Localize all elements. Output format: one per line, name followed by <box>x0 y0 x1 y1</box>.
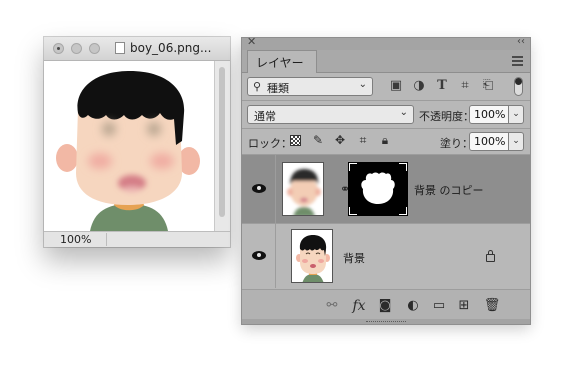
lock-image-pixels-icon[interactable]: ✎ <box>310 132 326 148</box>
filter-kind-label: 種類 <box>267 82 289 95</box>
layer-row-background[interactable]: 背景 <box>242 224 530 288</box>
vertical-scrollbar[interactable] <box>214 61 230 231</box>
lock-artboard-icon[interactable]: ⌗ <box>355 132 371 148</box>
filter-kind-select[interactable]: ⚲ 種類 ⌄ <box>247 77 373 96</box>
add-mask-icon[interactable]: ◙ <box>376 297 394 315</box>
layer-thumbnail[interactable] <box>282 162 324 216</box>
shape-filter-icon[interactable]: ⌗ <box>457 78 473 94</box>
panel-bottom-toolbar: ⚯ fx ◙ ◐ ▭ ⊞ 🗑︎ <box>242 289 530 324</box>
window-zoom-button[interactable] <box>89 43 100 54</box>
tab-layers[interactable]: レイヤー <box>247 50 317 73</box>
search-icon: ⚲ <box>253 80 262 93</box>
layer-name[interactable]: 背景 <box>343 250 365 266</box>
layers-panel: ✕ ‹‹ レイヤー ⚲ 種類 ⌄ ▣ ◑ T ⌗ ⎗ 通常 ⌄ 不透明度： 10… <box>242 35 530 324</box>
window-close-button[interactable] <box>53 43 64 54</box>
document-canvas[interactable] <box>44 61 214 231</box>
document-titlebar[interactable]: boy_06.png... <box>44 37 230 61</box>
panel-close-icon[interactable]: ✕ <box>247 35 256 49</box>
fill-dropdown-button[interactable]: ⌄ <box>509 132 524 151</box>
layer-style-fx-icon[interactable]: fx <box>350 297 368 315</box>
panel-collapse-icon[interactable]: ‹‹ <box>517 35 525 49</box>
layer-mask-thumbnail[interactable] <box>348 162 408 216</box>
panel-resize-grip[interactable] <box>242 319 530 324</box>
document-window: boy_06.png... 100% <box>44 37 230 247</box>
lock-label: ロック： <box>248 137 292 150</box>
boy-thumbnail <box>292 230 332 282</box>
image-filter-icon[interactable]: ▣ <box>388 78 404 94</box>
opacity-field[interactable]: 100% <box>469 105 509 124</box>
document-icon <box>115 42 125 54</box>
filter-row: ⚲ 種類 ⌄ ▣ ◑ T ⌗ ⎗ <box>242 74 530 100</box>
adjustment-layer-icon[interactable]: ◐ <box>404 297 422 315</box>
visibility-cell[interactable] <box>242 224 276 288</box>
boy-thumbnail-blurred <box>283 163 323 215</box>
layer-name[interactable]: 背景 のコピー <box>414 182 484 198</box>
panel-tab-bar: レイヤー <box>242 50 530 73</box>
layer-row-background-copy[interactable]: ⚭ 背景 のコピー <box>242 155 530 223</box>
lock-position-icon[interactable]: ✥ <box>332 132 348 148</box>
lock-icon[interactable] <box>486 250 495 262</box>
smart-object-filter-icon[interactable]: ⎗ <box>480 78 496 94</box>
panel-menu-icon[interactable] <box>512 56 523 66</box>
adjustment-filter-icon[interactable]: ◑ <box>411 78 427 94</box>
panel-header-strip: ✕ ‹‹ <box>242 35 530 50</box>
visibility-cell[interactable] <box>242 155 276 223</box>
document-title: boy_06.png... <box>130 41 212 55</box>
lock-transparent-pixels-icon[interactable] <box>290 135 301 146</box>
link-layers-icon[interactable]: ⚯ <box>323 297 341 315</box>
tab-layers-label: レイヤー <box>256 56 304 70</box>
window-minimize-button[interactable] <box>71 43 82 54</box>
blend-mode-value: 通常 <box>254 110 276 123</box>
filter-toggle-icon[interactable] <box>514 77 523 96</box>
new-group-icon[interactable]: ▭ <box>430 297 448 315</box>
blend-mode-select[interactable]: 通常 ⌄ <box>247 105 414 124</box>
lock-all-icon[interactable]: 🔒︎ <box>377 132 393 148</box>
eye-icon[interactable] <box>252 184 266 193</box>
opacity-label: 不透明度： <box>419 110 474 123</box>
eye-icon[interactable] <box>252 251 266 260</box>
document-status-bar: 100% <box>44 231 230 247</box>
layer-thumbnail[interactable] <box>291 229 333 283</box>
chevron-down-icon: ⌄ <box>358 79 367 90</box>
type-filter-icon[interactable]: T <box>434 78 450 94</box>
boy-illustration-blurred <box>44 61 214 231</box>
fill-field[interactable]: 100% <box>469 132 509 151</box>
zoom-level[interactable]: 100% <box>60 232 91 247</box>
chevron-down-icon: ⌄ <box>399 107 408 118</box>
delete-layer-icon[interactable]: 🗑︎ <box>483 297 501 315</box>
status-divider <box>106 233 107 246</box>
opacity-dropdown-button[interactable]: ⌄ <box>509 105 524 124</box>
lock-row: ロック： ✎ ✥ ⌗ 🔒︎ 塗り： 100% ⌄ <box>242 129 530 154</box>
new-layer-icon[interactable]: ⊞ <box>455 297 473 315</box>
blend-row: 通常 ⌄ 不透明度： 100% ⌄ <box>242 101 530 128</box>
